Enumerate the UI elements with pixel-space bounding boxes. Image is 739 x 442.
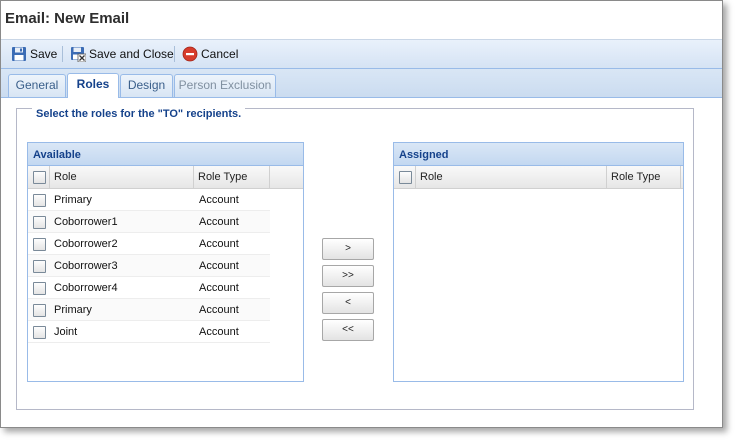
toolbar: Save Save and Close Cancel: [1, 40, 722, 69]
tab-design[interactable]: Design: [120, 74, 173, 97]
role-type-cell: Account: [199, 238, 239, 250]
toolbar-divider: [174, 46, 175, 62]
role-type-cell: Account: [199, 304, 239, 316]
tab-roles[interactable]: Roles: [67, 73, 119, 98]
add-selected-button[interactable]: >: [322, 238, 374, 260]
role-cell: Coborrower3: [54, 260, 118, 272]
table-row[interactable]: Coborrower4 Account: [28, 277, 270, 299]
role-type-cell: Account: [199, 326, 239, 338]
select-all-checkbox[interactable]: [399, 171, 412, 184]
role-cell: Coborrower2: [54, 238, 118, 250]
window-title: Email: New Email: [5, 10, 130, 27]
assigned-grid-header-row: Role Role Type: [394, 166, 683, 189]
email-editor-window: Email: New Email Save Save and Close Can…: [0, 0, 723, 428]
role-type-cell: Account: [199, 194, 239, 206]
row-checkbox[interactable]: [33, 326, 46, 339]
role-type-cell: Account: [199, 282, 239, 294]
column-header-role-type[interactable]: Role Type: [607, 166, 681, 188]
tab-person-exclusion: Person Exclusion: [174, 74, 276, 97]
table-row[interactable]: Primary Account: [28, 189, 270, 211]
save-and-close-button-label: Save and Close: [89, 47, 174, 61]
role-cell: Coborrower4: [54, 282, 118, 294]
tab-general[interactable]: General: [8, 74, 66, 97]
select-all-cell: [394, 166, 416, 188]
column-header-role[interactable]: Role: [50, 166, 194, 188]
role-cell: Coborrower1: [54, 216, 118, 228]
save-button-label: Save: [30, 47, 58, 61]
role-cell: Joint: [54, 326, 78, 338]
remove-selected-button[interactable]: <: [322, 292, 374, 314]
role-type-cell: Account: [199, 216, 239, 228]
role-cell: Primary: [54, 194, 92, 206]
row-checkbox[interactable]: [33, 304, 46, 317]
add-all-button[interactable]: >>: [322, 265, 374, 287]
roles-tab-panel: Select the roles for the "TO" recipients…: [1, 98, 722, 427]
table-row[interactable]: Coborrower2 Account: [28, 233, 270, 255]
row-checkbox[interactable]: [33, 282, 46, 295]
toolbar-divider: [62, 46, 63, 62]
remove-all-button[interactable]: <<: [322, 319, 374, 341]
floppy-disk-icon: [12, 47, 26, 61]
fieldset-legend: Select the roles for the "TO" recipients…: [32, 108, 246, 120]
column-header-role-type[interactable]: Role Type: [194, 166, 270, 188]
table-row[interactable]: Primary Account: [28, 299, 270, 321]
table-row[interactable]: Coborrower1 Account: [28, 211, 270, 233]
row-checkbox[interactable]: [33, 194, 46, 207]
save-button[interactable]: Save: [11, 46, 57, 62]
row-checkbox[interactable]: [33, 238, 46, 251]
select-all-cell: [28, 166, 50, 188]
floppy-disk-close-icon: [71, 47, 86, 62]
save-and-close-button[interactable]: Save and Close: [70, 46, 174, 62]
assigned-roles-grid: Assigned Role Role Type: [393, 142, 684, 382]
cancel-button[interactable]: Cancel: [182, 46, 238, 62]
column-header-role[interactable]: Role: [416, 166, 607, 188]
role-type-cell: Account: [199, 260, 239, 272]
assigned-grid-title: Assigned: [394, 143, 683, 166]
table-row[interactable]: Coborrower3 Account: [28, 255, 270, 277]
cancel-button-label: Cancel: [201, 47, 239, 61]
available-roles-grid: Available Role Role Type Primary Account…: [27, 142, 304, 382]
row-checkbox[interactable]: [33, 216, 46, 229]
column-header-filler: [270, 166, 303, 188]
available-grid-header-row: Role Role Type: [28, 166, 303, 189]
available-grid-title: Available: [28, 143, 303, 166]
table-row[interactable]: Joint Account: [28, 321, 270, 343]
row-checkbox[interactable]: [33, 260, 46, 273]
tab-strip: General Roles Design Person Exclusion: [1, 69, 722, 98]
role-cell: Primary: [54, 304, 92, 316]
red-circle-minus-icon: [182, 46, 198, 62]
select-all-checkbox[interactable]: [33, 171, 46, 184]
